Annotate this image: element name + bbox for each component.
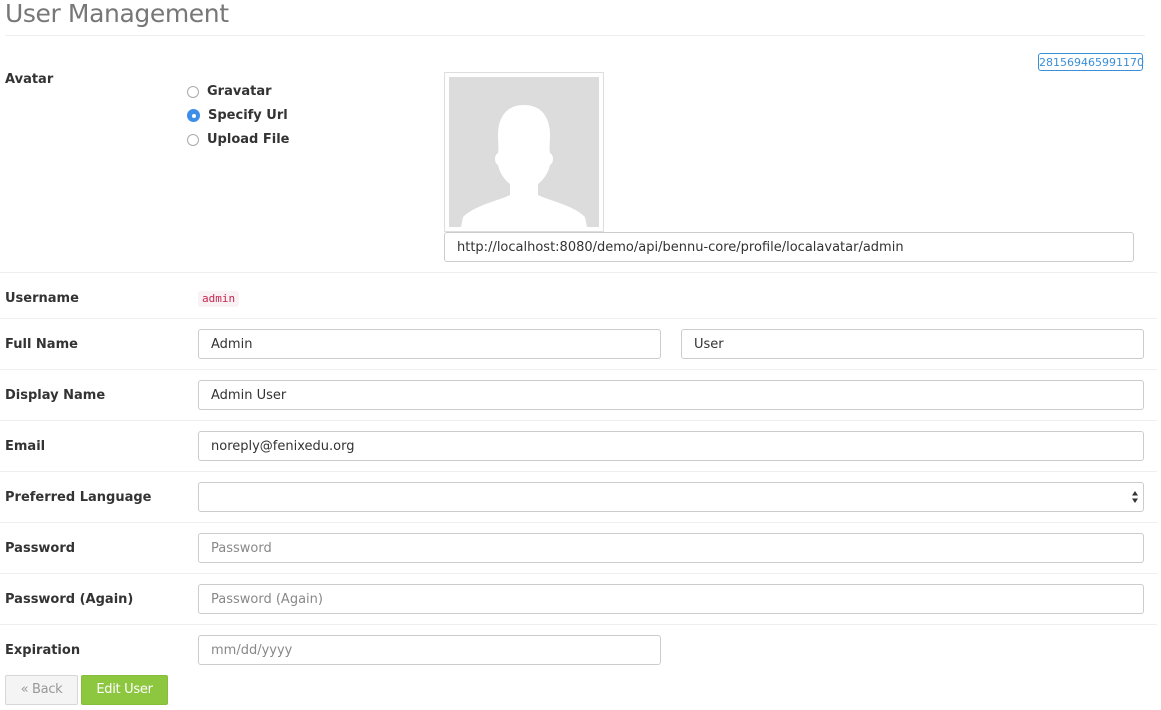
- page-title: User Management: [5, 0, 229, 28]
- row-divider: [0, 420, 1157, 421]
- avatar-option-specify-url[interactable]: Specify Url: [187, 103, 289, 127]
- radio-specify-url[interactable]: [187, 109, 200, 122]
- avatar-label: Avatar: [5, 72, 54, 87]
- username-label: Username: [5, 291, 79, 306]
- avatar-option-label: Upload File: [207, 131, 290, 147]
- expiration-label: Expiration: [5, 643, 81, 658]
- email-input[interactable]: [198, 431, 1144, 461]
- avatar-source-radio-group: Gravatar Specify Url Upload File: [187, 79, 289, 151]
- avatar-option-label: Specify Url: [208, 107, 288, 123]
- user-management-page: User Management 281569465991170 Avatar G…: [0, 0, 1161, 710]
- password-again-input[interactable]: [198, 584, 1144, 614]
- user-silhouette-icon: [449, 77, 599, 227]
- row-divider: [0, 471, 1157, 472]
- edit-user-button[interactable]: Edit User: [81, 675, 168, 705]
- row-divider: [0, 522, 1157, 523]
- password-input[interactable]: [198, 533, 1144, 563]
- radio-gravatar[interactable]: [187, 85, 199, 98]
- row-divider: [0, 272, 1157, 273]
- preferred-language-label: Preferred Language: [5, 490, 152, 505]
- email-label: Email: [5, 439, 46, 454]
- row-divider: [0, 369, 1157, 370]
- given-name-input[interactable]: [198, 329, 661, 359]
- password-label: Password: [5, 541, 76, 556]
- avatar-option-upload-file[interactable]: Upload File: [187, 127, 289, 151]
- display-name-label: Display Name: [5, 388, 106, 403]
- avatar-option-gravatar[interactable]: Gravatar: [187, 79, 289, 103]
- row-divider: [0, 318, 1157, 319]
- row-divider: [0, 624, 1157, 625]
- title-divider: [5, 35, 1145, 36]
- password-again-label: Password (Again): [5, 592, 134, 607]
- display-name-input[interactable]: [198, 380, 1144, 410]
- family-name-input[interactable]: [681, 329, 1144, 359]
- preferred-language-select[interactable]: [198, 482, 1144, 512]
- select-updown-icon: [1132, 491, 1138, 503]
- user-id-badge: 281569465991170: [1038, 53, 1144, 71]
- avatar-option-label: Gravatar: [207, 83, 272, 99]
- username-value: admin: [198, 291, 240, 307]
- row-divider: [0, 573, 1157, 574]
- expiration-date-input[interactable]: [198, 635, 661, 665]
- radio-upload-file[interactable]: [187, 133, 199, 146]
- full-name-label: Full Name: [5, 337, 78, 352]
- avatar-url-input[interactable]: [444, 232, 1134, 262]
- back-button[interactable]: « Back: [5, 675, 78, 705]
- avatar-image: [444, 72, 604, 232]
